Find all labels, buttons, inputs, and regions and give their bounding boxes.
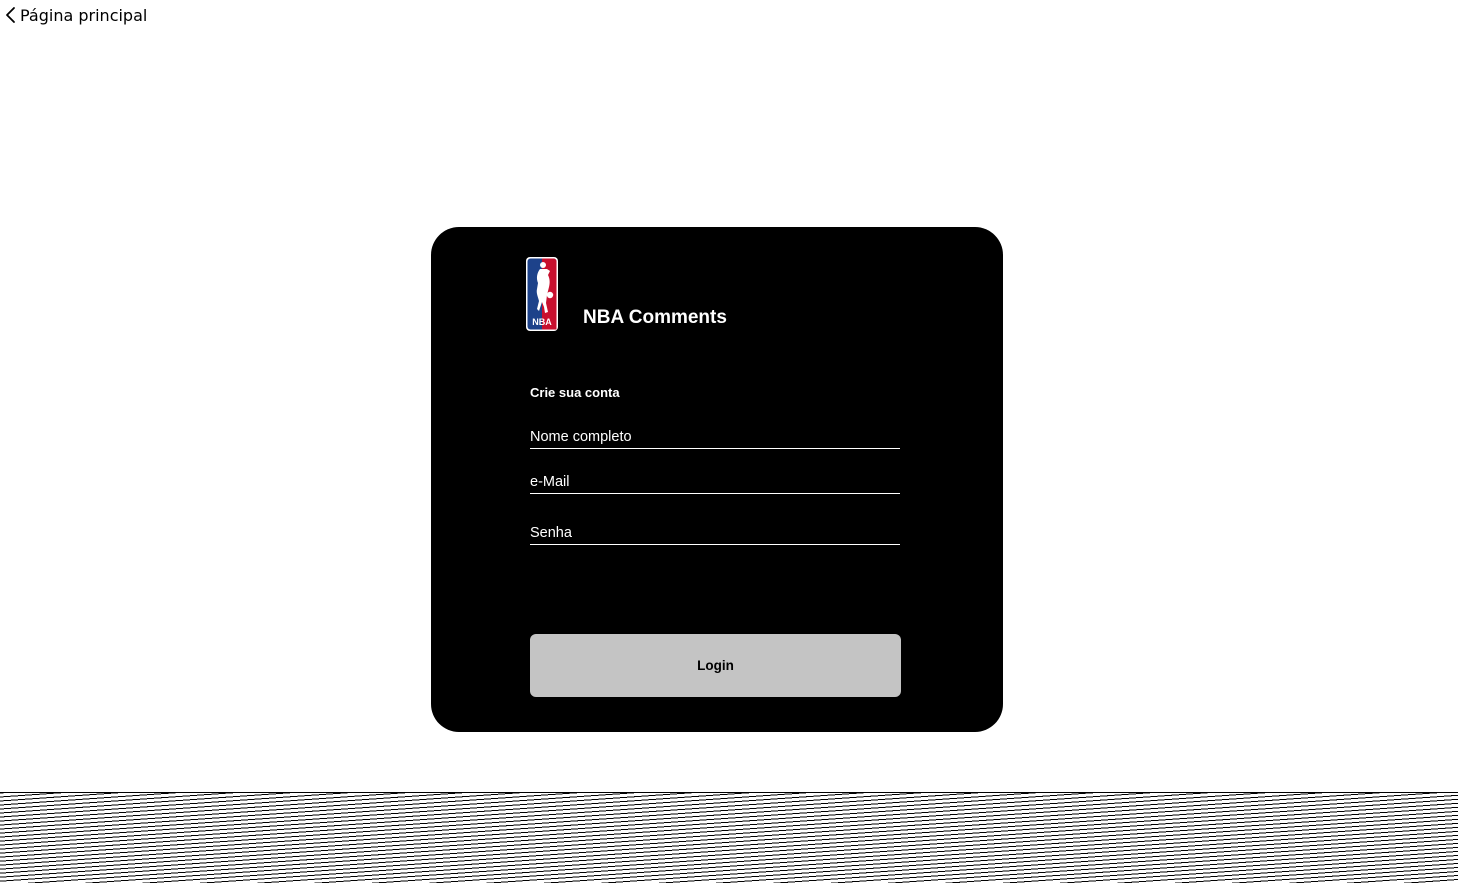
back-link-label: Página principal <box>20 5 148 25</box>
signup-page: Página principal NBA NBA Comments Crie s… <box>0 0 1458 883</box>
decorative-hatch-footer <box>0 792 1458 883</box>
chevron-left-icon <box>6 7 15 23</box>
nba-logo: NBA <box>526 257 558 331</box>
password-input[interactable] <box>530 521 900 545</box>
login-button[interactable]: Login <box>530 634 901 697</box>
signup-card: NBA NBA Comments Crie sua conta Login <box>431 227 1003 732</box>
email-input[interactable] <box>530 470 900 494</box>
back-to-home-link[interactable]: Página principal <box>4 4 147 26</box>
full-name-input[interactable] <box>530 425 900 449</box>
app-title: NBA Comments <box>583 307 727 328</box>
form-title: Crie sua conta <box>530 385 620 400</box>
svg-text:NBA: NBA <box>532 317 552 327</box>
